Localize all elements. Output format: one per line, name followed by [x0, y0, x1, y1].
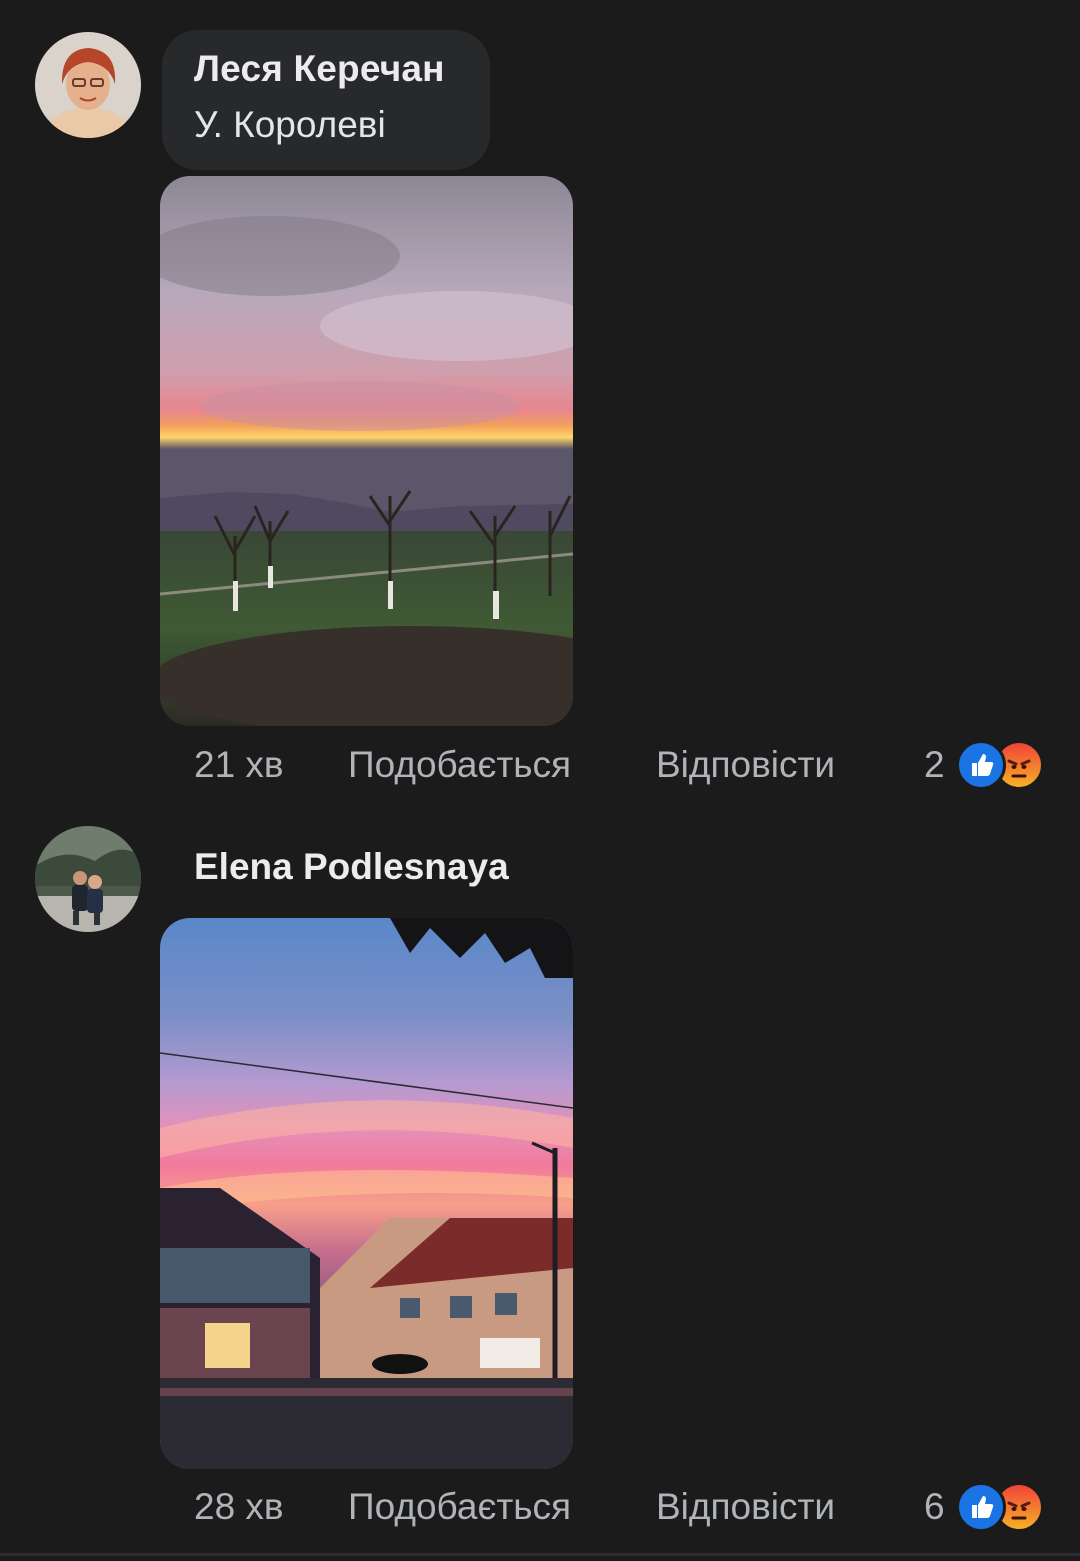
reactions-summary[interactable]	[956, 1482, 1056, 1532]
comment-actions: 28 хв Подобається Відповісти 6	[194, 1482, 1054, 1536]
reaction-count[interactable]: 6	[924, 1486, 945, 1528]
comment-photo[interactable]	[160, 918, 573, 1469]
avatar[interactable]	[35, 32, 141, 138]
user-avatar-image	[35, 826, 141, 932]
comment-text: У. Королеві	[194, 104, 386, 145]
comments-feed: Леся Керечан У. Королеві 21 хв Подобаєть…	[0, 0, 1080, 1561]
comment-bubble: Леся Керечан У. Королеві	[162, 30, 490, 170]
comment-time[interactable]: 28 хв	[194, 1486, 284, 1528]
like-icon	[956, 740, 1006, 790]
user-avatar-image	[35, 32, 141, 138]
comment-author[interactable]: Леся Керечан	[194, 48, 458, 90]
comment-author[interactable]: Elena Podlesnaya	[194, 846, 509, 888]
like-icon	[956, 1482, 1006, 1532]
avatar[interactable]	[35, 826, 141, 932]
comment-photo[interactable]	[160, 176, 573, 726]
reply-button[interactable]: Відповісти	[656, 744, 835, 786]
comment-actions: 21 хв Подобається Відповісти 2	[194, 740, 1054, 794]
like-button[interactable]: Подобається	[348, 1486, 571, 1528]
comment-time[interactable]: 21 хв	[194, 744, 284, 786]
reaction-count[interactable]: 2	[924, 744, 945, 786]
divider	[0, 1553, 1080, 1556]
sunset-orchard-photo	[160, 176, 573, 726]
reply-button[interactable]: Відповісти	[656, 1486, 835, 1528]
like-button[interactable]: Подобається	[348, 744, 571, 786]
sunset-street-photo	[160, 918, 573, 1469]
reactions-summary[interactable]	[956, 740, 1056, 790]
